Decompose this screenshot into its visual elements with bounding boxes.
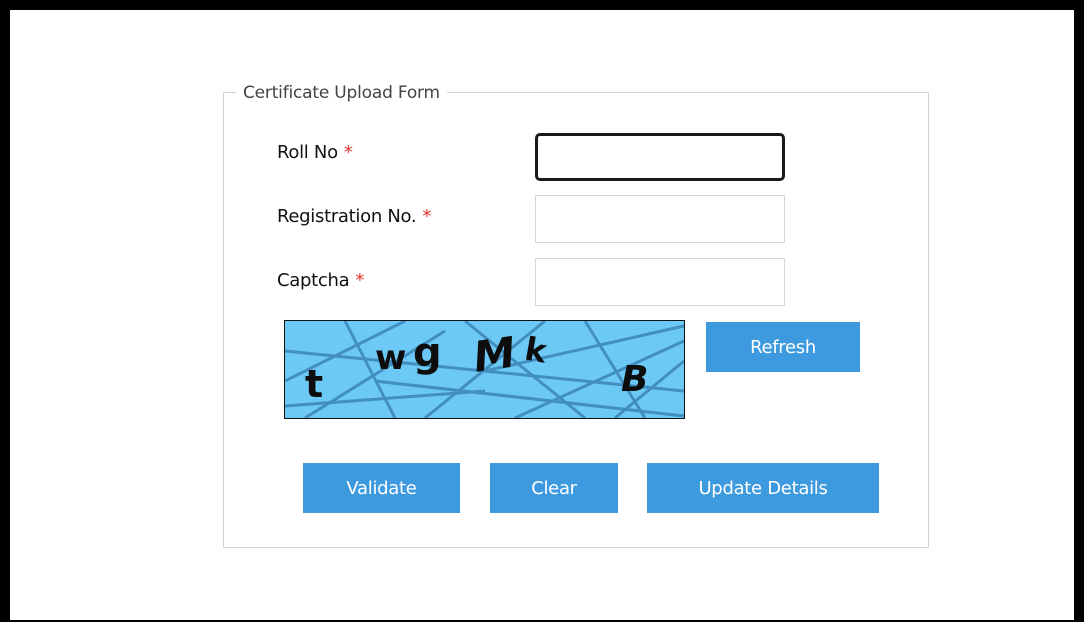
update-details-button[interactable]: Update Details [647, 463, 879, 513]
captcha-label-text: Captcha [277, 270, 350, 291]
roll-no-label: Roll No * [277, 142, 353, 164]
registration-no-label: Registration No. * [277, 206, 431, 228]
captcha-char-3: g [413, 330, 442, 376]
registration-no-input[interactable] [535, 195, 785, 243]
roll-no-input[interactable] [535, 133, 785, 181]
roll-no-label-text: Roll No [277, 142, 338, 163]
captcha-char-1: t [305, 362, 323, 406]
captcha-input[interactable] [535, 258, 785, 306]
captcha-char-2: w [375, 338, 406, 378]
required-asterisk: * [422, 206, 432, 227]
captcha-char-6: B [621, 359, 648, 400]
captcha-char-4: M [470, 327, 518, 381]
required-asterisk: * [343, 142, 353, 163]
clear-button[interactable]: Clear [490, 463, 618, 513]
refresh-captcha-button[interactable]: Refresh [706, 322, 860, 372]
captcha-label: Captcha * [277, 270, 364, 292]
captcha-image: t w g M k B [284, 320, 685, 419]
form-legend: Certificate Upload Form [236, 82, 447, 104]
required-asterisk: * [355, 270, 365, 291]
registration-no-label-text: Registration No. [277, 206, 417, 227]
validate-button[interactable]: Validate [303, 463, 460, 513]
